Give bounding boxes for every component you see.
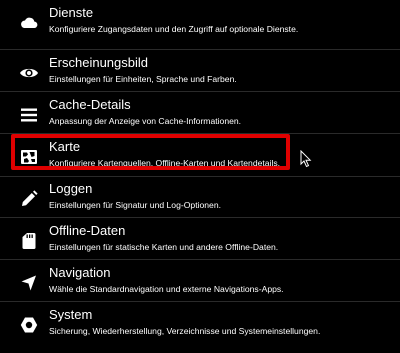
- divider: [0, 91, 400, 92]
- settings-item-dienste[interactable]: Dienste Konfiguriere Zugangsdaten und de…: [0, 2, 400, 43]
- divider: [0, 301, 400, 302]
- settings-item-title: Karte: [49, 139, 81, 154]
- settings-list: Dienste Konfiguriere Zugangsdaten und de…: [0, 0, 400, 353]
- list-icon: [19, 105, 39, 125]
- settings-item-offline-daten[interactable]: Offline-Daten Einstellungen für statisch…: [0, 220, 400, 261]
- settings-item-title: Erscheinungsbild: [49, 55, 149, 70]
- eye-icon: [19, 63, 39, 83]
- settings-item-title: System: [49, 307, 93, 322]
- settings-item-description: Einstellungen für statische Karten und a…: [49, 242, 279, 252]
- settings-item-system[interactable]: System Sicherung, Wiederherstellung, Ver…: [0, 304, 400, 345]
- settings-item-description: Konfiguriere Kartenquellen, Offline-Kart…: [49, 158, 281, 168]
- settings-item-title: Loggen: [49, 181, 93, 196]
- settings-item-cache-details[interactable]: Cache-Details Anpassung der Anzeige von …: [0, 94, 400, 135]
- settings-item-description: Anpassung der Anzeige von Cache-Informat…: [49, 116, 242, 126]
- settings-item-description: Wähle die Standardnavigation und externe…: [49, 284, 284, 294]
- mouse-cursor-icon: [300, 150, 312, 168]
- settings-item-karte[interactable]: Karte Konfiguriere Kartenquellen, Offlin…: [0, 136, 400, 177]
- divider: [0, 176, 400, 177]
- settings-item-description: Einstellungen für Signatur und Log-Optio…: [49, 200, 221, 210]
- settings-item-title: Dienste: [49, 5, 94, 20]
- divider: [0, 49, 400, 50]
- settings-item-erscheinungsbild[interactable]: Erscheinungsbild Einstellungen für Einhe…: [0, 52, 400, 93]
- settings-item-navigation[interactable]: Navigation Wähle die Standardnavigation …: [0, 262, 400, 303]
- sd-card-icon: [19, 231, 39, 251]
- settings-item-description: Sicherung, Wiederherstellung, Verzeichni…: [49, 326, 321, 336]
- settings-item-description: Konfiguriere Zugangsdaten und den Zugrif…: [49, 24, 299, 34]
- map-icon: [19, 147, 39, 167]
- navigation-arrow-icon: [19, 273, 39, 293]
- settings-item-description: Einstellungen für Einheiten, Sprache und…: [49, 74, 237, 84]
- divider: [0, 259, 400, 260]
- divider: [0, 133, 400, 134]
- divider: [0, 217, 400, 218]
- settings-item-loggen[interactable]: Loggen Einstellungen für Signatur und Lo…: [0, 178, 400, 219]
- settings-item-title: Offline-Daten: [49, 223, 126, 238]
- pencil-icon: [19, 189, 39, 209]
- gear-icon: [19, 315, 39, 335]
- settings-item-title: Cache-Details: [49, 97, 131, 112]
- cloud-icon: [19, 13, 39, 33]
- settings-item-title: Navigation: [49, 265, 111, 280]
